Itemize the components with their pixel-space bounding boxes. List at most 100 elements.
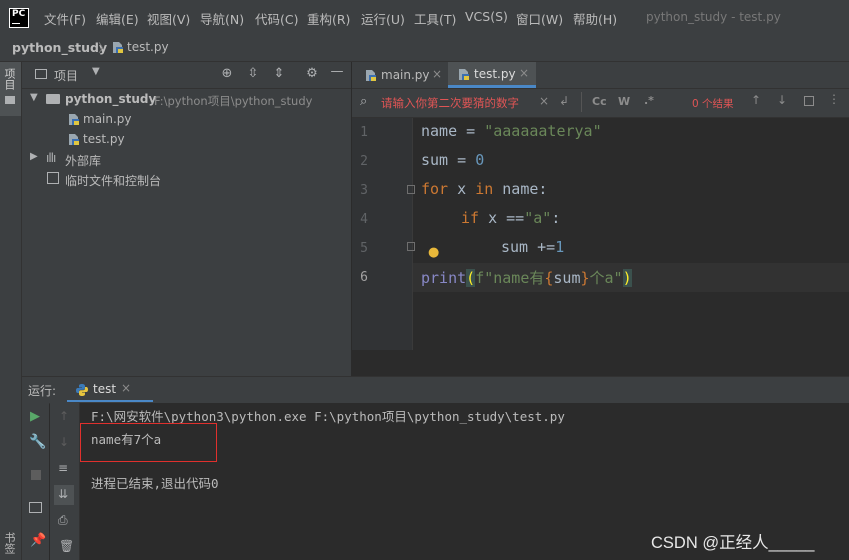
menu-bar: PC 文件(F) 编辑(E) 视图(V) 导航(N) 代码(C) 重构(R) 运… [0, 0, 849, 36]
arrow-up-icon[interactable]: ↑ [59, 409, 69, 423]
select-all-icon[interactable] [804, 96, 814, 106]
fold-icon[interactable] [407, 242, 415, 251]
output-highlight-box [80, 423, 217, 462]
run-label: 运行: [28, 384, 57, 398]
menu-edit[interactable]: 编辑(E) [96, 9, 139, 28]
filter-icon[interactable]: ⋮ [828, 92, 840, 106]
chevron-right-icon[interactable]: ▶ [30, 151, 38, 162]
left-tool-strip: 项目 书签 [0, 62, 22, 560]
code-line-6: print(f"name有{sum}个a") [421, 269, 632, 287]
python-file-icon [366, 70, 376, 81]
menu-navigate[interactable]: 导航(N) [200, 9, 244, 28]
menu-help[interactable]: 帮助(H) [573, 9, 617, 28]
fold-icon[interactable] [407, 185, 415, 194]
project-panel-header: 项目 ▼ ⊕ ⇳ ⇕ ⚙ — [22, 62, 351, 89]
result-count: 0 个结果 [692, 98, 734, 110]
python-file-icon [459, 69, 469, 80]
pin-icon[interactable]: 📌 [30, 533, 46, 548]
locate-icon[interactable]: ⊕ [219, 67, 235, 81]
tab-main-py[interactable]: main.py × [354, 62, 446, 88]
project-view-icon [35, 69, 47, 79]
clear-icon[interactable]: × [539, 94, 549, 108]
chevron-down-icon[interactable]: ▼ [92, 66, 100, 77]
arrow-down-icon[interactable]: ↓ [777, 93, 787, 107]
tree-root-path: F:\python项目\python_study [154, 94, 313, 108]
code-line-2: sum = 0 [421, 151, 485, 169]
breadcrumb-project[interactable]: python_study [12, 40, 107, 55]
python-icon [76, 384, 88, 396]
tab-label: test.py [474, 67, 516, 81]
breadcrumb-file[interactable]: test.py [127, 40, 169, 54]
breadcrumb-separator-icon: 〉 [98, 41, 111, 55]
scroll-end-icon: ⇊ [58, 487, 69, 501]
editor-tab-bar: main.py × test.py × [352, 62, 849, 89]
menu-file[interactable]: 文件(F) [44, 9, 86, 28]
tab-test-py[interactable]: test.py × [448, 62, 536, 88]
lightbulb-icon[interactable]: ● [428, 245, 439, 260]
search-input[interactable]: 请输入你第二次要猜的数字 [381, 95, 519, 111]
menu-run[interactable]: 运行(U) [361, 9, 405, 28]
code-line-4: if x =="a": [461, 209, 561, 227]
arrow-down-icon[interactable]: ↓ [59, 435, 69, 449]
menu-refactor[interactable]: 重构(R) [307, 9, 350, 28]
menu-vcs[interactable]: VCS(S) [465, 9, 508, 24]
python-file-icon [69, 114, 79, 125]
bookmarks-tab-label[interactable]: 书签 [3, 532, 17, 554]
console-exit-message: 进程已结束,退出代码0 [91, 476, 219, 491]
minimize-icon[interactable]: — [329, 65, 345, 79]
project-panel-title[interactable]: 项目 [54, 67, 78, 84]
window-title: python_study - test.py [646, 10, 781, 24]
code-line-3: for x in name: [421, 180, 548, 198]
chevron-down-icon[interactable]: ▼ [30, 92, 38, 103]
layout-icon[interactable] [29, 502, 42, 513]
new-line-icon[interactable]: ↲ [559, 94, 569, 108]
menu-window[interactable]: 窗口(W) [516, 9, 563, 28]
tree-root-name[interactable]: python_study [65, 92, 156, 106]
arrow-up-icon[interactable]: ↑ [751, 93, 761, 107]
run-toolbar-primary: ▶ 🔧 📌 [22, 403, 49, 560]
close-icon[interactable]: × [519, 66, 529, 80]
python-file-icon [113, 42, 123, 53]
scratches-icon [47, 172, 59, 184]
close-icon[interactable]: × [432, 67, 442, 81]
menu-code[interactable]: 代码(C) [255, 9, 298, 28]
stop-icon[interactable] [31, 470, 41, 480]
tree-item-test-py[interactable]: test.py [83, 132, 125, 146]
tree-item-main-py[interactable]: main.py [83, 112, 132, 126]
library-icon: ıllı [46, 151, 56, 165]
run-toolbar-secondary: ↑ ↓ ≡ ⇊ ⎙ 🗑 [50, 403, 80, 560]
tree-item-scratches[interactable]: 临时文件和控制台 [65, 172, 161, 189]
menu-view[interactable]: 视图(V) [147, 9, 190, 28]
gear-icon[interactable]: ⚙ [304, 67, 320, 81]
regex-toggle[interactable]: .* [644, 94, 654, 107]
tab-label: main.py [381, 68, 430, 82]
line-number: 2 [360, 154, 368, 169]
run-tab-test[interactable]: test [93, 382, 116, 396]
pycharm-logo-icon: PC [9, 8, 29, 28]
wrench-icon[interactable]: 🔧 [29, 434, 46, 450]
close-icon[interactable]: × [121, 381, 131, 395]
find-bar: ⌕ 请输入你第二次要猜的数字 × ↲ Cc W .* 0 个结果 ↑ ↓ ⋮ [352, 89, 849, 118]
run-panel-header: 运行: test × [22, 376, 849, 404]
whole-word-toggle[interactable]: W [618, 95, 630, 108]
soft-wrap-icon[interactable]: ≡ [58, 461, 68, 475]
folder-icon [5, 96, 15, 104]
divider [581, 92, 582, 112]
active-tab-underline [67, 400, 153, 402]
expand-all-icon[interactable]: ⇳ [245, 67, 261, 81]
line-number: 3 [360, 183, 368, 198]
collapse-all-icon[interactable]: ⇕ [271, 67, 287, 81]
trash-icon[interactable]: 🗑 [59, 539, 74, 553]
rerun-icon[interactable]: ▶ [30, 409, 40, 424]
folder-icon [46, 94, 60, 104]
project-tab-label: 项目 [3, 68, 16, 90]
editor-gutter [352, 118, 412, 350]
match-case-toggle[interactable]: Cc [592, 95, 607, 108]
tree-item-external-libs[interactable]: 外部库 [65, 152, 101, 169]
menu-tools[interactable]: 工具(T) [414, 9, 456, 28]
print-icon[interactable]: ⎙ [58, 513, 68, 528]
code-line-5: sum +=1 [501, 238, 565, 256]
search-icon[interactable]: ⌕ [360, 94, 367, 109]
code-line-1: name = "aaaaaaterya" [421, 122, 602, 140]
python-file-icon [69, 134, 79, 145]
